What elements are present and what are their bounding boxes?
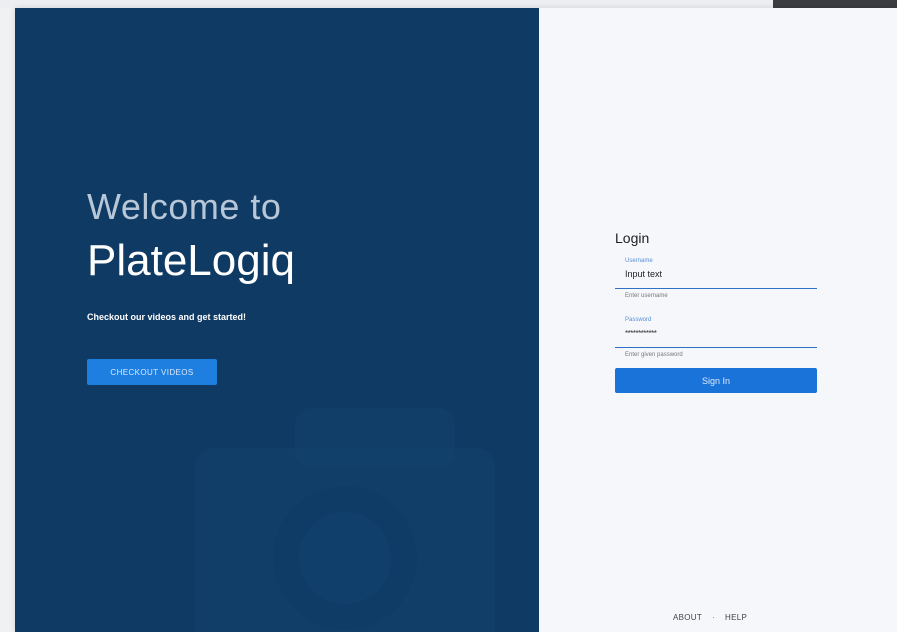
username-helper-text: Enter username	[625, 293, 668, 299]
login-page: Welcome to PlateLogiq Checkout our video…	[15, 8, 897, 632]
footer-links: ABOUT · HELP	[673, 613, 793, 622]
footer-separator: ·	[712, 613, 716, 622]
background-strip	[0, 0, 897, 8]
hero-panel: Welcome to PlateLogiq Checkout our video…	[15, 8, 539, 632]
login-form: Login Username Input text Enter username…	[615, 230, 817, 393]
password-value[interactable]: ************	[625, 329, 657, 338]
sign-in-button[interactable]: Sign In	[615, 368, 817, 393]
login-heading: Login	[615, 230, 650, 246]
password-label: Password	[625, 317, 652, 323]
password-field[interactable]: Password ************	[615, 317, 817, 348]
background-dark-corner	[773, 0, 897, 8]
username-field[interactable]: Username Input text	[615, 258, 817, 289]
hero-tagline: Checkout our videos and get started!	[87, 312, 247, 322]
help-link[interactable]: HELP	[725, 613, 747, 622]
username-value[interactable]: Input text	[625, 269, 662, 279]
about-link[interactable]: ABOUT	[673, 613, 702, 622]
welcome-text: Welcome to	[87, 186, 282, 227]
checkout-videos-button[interactable]: CHECKOUT VIDEOS	[87, 359, 217, 385]
username-label: Username	[625, 258, 653, 264]
brand-title: PlateLogiq	[87, 236, 295, 285]
login-panel: Login Username Input text Enter username…	[539, 8, 897, 632]
camera-icon	[195, 408, 495, 632]
password-helper-text: Enter given password	[625, 352, 683, 358]
